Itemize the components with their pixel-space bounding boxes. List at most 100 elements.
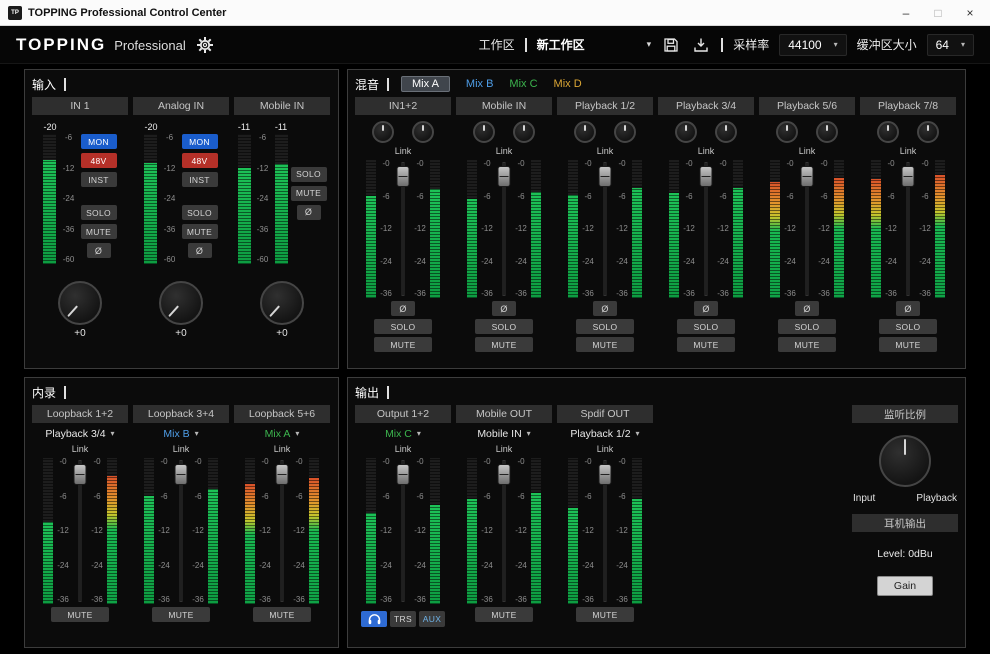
solo-button[interactable]: SOLO xyxy=(677,319,735,334)
volume-fader-handle[interactable] xyxy=(498,166,511,187)
solo-button[interactable]: SOLO xyxy=(879,319,937,334)
solo-button[interactable]: SOLO xyxy=(81,205,117,220)
link-toggle[interactable]: Link xyxy=(698,146,715,156)
volume-fader-handle[interactable] xyxy=(902,166,915,187)
source-select[interactable]: Mobile IN▾ xyxy=(477,426,530,441)
mute-button[interactable]: MUTE xyxy=(475,607,533,622)
phase-button[interactable]: Ø xyxy=(593,301,617,316)
mute-button[interactable]: MUTE xyxy=(576,607,634,622)
minimize-button[interactable]: – xyxy=(890,1,922,25)
phase-button[interactable]: Ø xyxy=(795,301,819,316)
link-toggle[interactable]: Link xyxy=(395,444,412,454)
phase-button[interactable]: Ø xyxy=(297,205,321,220)
link-toggle[interactable]: Link xyxy=(496,146,513,156)
mute-button[interactable]: MUTE xyxy=(374,337,432,352)
source-select[interactable]: Mix A▾ xyxy=(265,426,300,441)
link-toggle[interactable]: Link xyxy=(799,146,816,156)
mix-tab-mix-d[interactable]: Mix D xyxy=(554,78,582,90)
pan-knob-left[interactable] xyxy=(574,121,596,143)
gain-knob[interactable] xyxy=(58,281,102,325)
titlebar[interactable]: TP TOPPING Professional Control Center –… xyxy=(0,0,990,26)
link-toggle[interactable]: Link xyxy=(274,444,291,454)
mute-button[interactable]: MUTE xyxy=(152,607,210,622)
phase-button[interactable]: Ø xyxy=(87,243,111,258)
volume-fader-handle[interactable] xyxy=(276,464,289,485)
link-toggle[interactable]: Link xyxy=(597,146,614,156)
workspace-dropdown-caret[interactable]: ▾ xyxy=(647,39,652,50)
inst-button[interactable]: INST xyxy=(182,172,218,187)
phase-button[interactable]: Ø xyxy=(188,243,212,258)
solo-button[interactable]: SOLO xyxy=(291,167,327,182)
pan-knob-left[interactable] xyxy=(776,121,798,143)
link-toggle[interactable]: Link xyxy=(173,444,190,454)
buffer-size-select[interactable]: 64 ▾ xyxy=(927,34,974,56)
trs-button[interactable]: TRS xyxy=(390,611,416,627)
mute-button[interactable]: MUTE xyxy=(291,186,327,201)
source-select[interactable]: Playback 3/4▾ xyxy=(45,426,114,441)
volume-fader-handle[interactable] xyxy=(700,166,713,187)
volume-fader-handle[interactable] xyxy=(498,464,511,485)
inst-button[interactable]: INST xyxy=(81,172,117,187)
maximize-button[interactable]: □ xyxy=(922,1,954,25)
export-workspace-button[interactable] xyxy=(691,35,711,55)
48v-button[interactable]: 48V xyxy=(182,153,218,168)
pan-knob-left[interactable] xyxy=(675,121,697,143)
pan-knob-left[interactable] xyxy=(372,121,394,143)
settings-gear-button[interactable] xyxy=(196,36,214,54)
source-select[interactable]: Playback 1/2▾ xyxy=(570,426,639,441)
link-toggle[interactable]: Link xyxy=(496,444,513,454)
pan-knob-right[interactable] xyxy=(513,121,535,143)
aux-button[interactable]: AUX xyxy=(419,611,445,627)
solo-button[interactable]: SOLO xyxy=(576,319,634,334)
link-toggle[interactable]: Link xyxy=(72,444,89,454)
mute-button[interactable]: MUTE xyxy=(253,607,311,622)
mix-tab-mix-c[interactable]: Mix C xyxy=(509,78,537,90)
pan-knob-left[interactable] xyxy=(877,121,899,143)
mute-button[interactable]: MUTE xyxy=(576,337,634,352)
sample-rate-select[interactable]: 44100 ▾ xyxy=(779,34,846,56)
mute-button[interactable]: MUTE xyxy=(81,224,117,239)
phase-button[interactable]: Ø xyxy=(694,301,718,316)
mute-button[interactable]: MUTE xyxy=(778,337,836,352)
pan-knob-right[interactable] xyxy=(816,121,838,143)
mix-tab-mix-a[interactable]: Mix A xyxy=(401,76,450,92)
48v-button[interactable]: 48V xyxy=(81,153,117,168)
pan-knob-right[interactable] xyxy=(917,121,939,143)
phase-button[interactable]: Ø xyxy=(896,301,920,316)
volume-fader-handle[interactable] xyxy=(599,464,612,485)
volume-fader-handle[interactable] xyxy=(397,464,410,485)
source-select[interactable]: Mix B▾ xyxy=(163,426,198,441)
mute-button[interactable]: MUTE xyxy=(879,337,937,352)
mute-button[interactable]: MUTE xyxy=(182,224,218,239)
link-toggle[interactable]: Link xyxy=(900,146,917,156)
link-toggle[interactable]: Link xyxy=(395,146,412,156)
save-workspace-button[interactable] xyxy=(661,35,681,55)
volume-fader-handle[interactable] xyxy=(801,166,814,187)
mute-button[interactable]: MUTE xyxy=(677,337,735,352)
phase-button[interactable]: Ø xyxy=(492,301,516,316)
close-button[interactable]: × xyxy=(954,1,986,25)
headphone-button[interactable] xyxy=(361,611,387,627)
mute-button[interactable]: MUTE xyxy=(475,337,533,352)
volume-fader-handle[interactable] xyxy=(175,464,188,485)
phase-button[interactable]: Ø xyxy=(391,301,415,316)
mute-button[interactable]: MUTE xyxy=(51,607,109,622)
volume-fader-handle[interactable] xyxy=(397,166,410,187)
solo-button[interactable]: SOLO xyxy=(182,205,218,220)
mix-tab-mix-b[interactable]: Mix B xyxy=(466,78,494,90)
source-select[interactable]: Mix C▾ xyxy=(385,426,421,441)
mon-button[interactable]: MON xyxy=(81,134,117,149)
pan-knob-right[interactable] xyxy=(412,121,434,143)
volume-fader-handle[interactable] xyxy=(74,464,87,485)
mon-button[interactable]: MON xyxy=(182,134,218,149)
link-toggle[interactable]: Link xyxy=(597,444,614,454)
gain-knob[interactable] xyxy=(260,281,304,325)
pan-knob-right[interactable] xyxy=(614,121,636,143)
solo-button[interactable]: SOLO xyxy=(374,319,432,334)
solo-button[interactable]: SOLO xyxy=(778,319,836,334)
volume-fader-handle[interactable] xyxy=(599,166,612,187)
gain-button[interactable]: Gain xyxy=(877,576,933,596)
solo-button[interactable]: SOLO xyxy=(475,319,533,334)
pan-knob-left[interactable] xyxy=(473,121,495,143)
monitor-mix-knob[interactable] xyxy=(879,435,931,487)
